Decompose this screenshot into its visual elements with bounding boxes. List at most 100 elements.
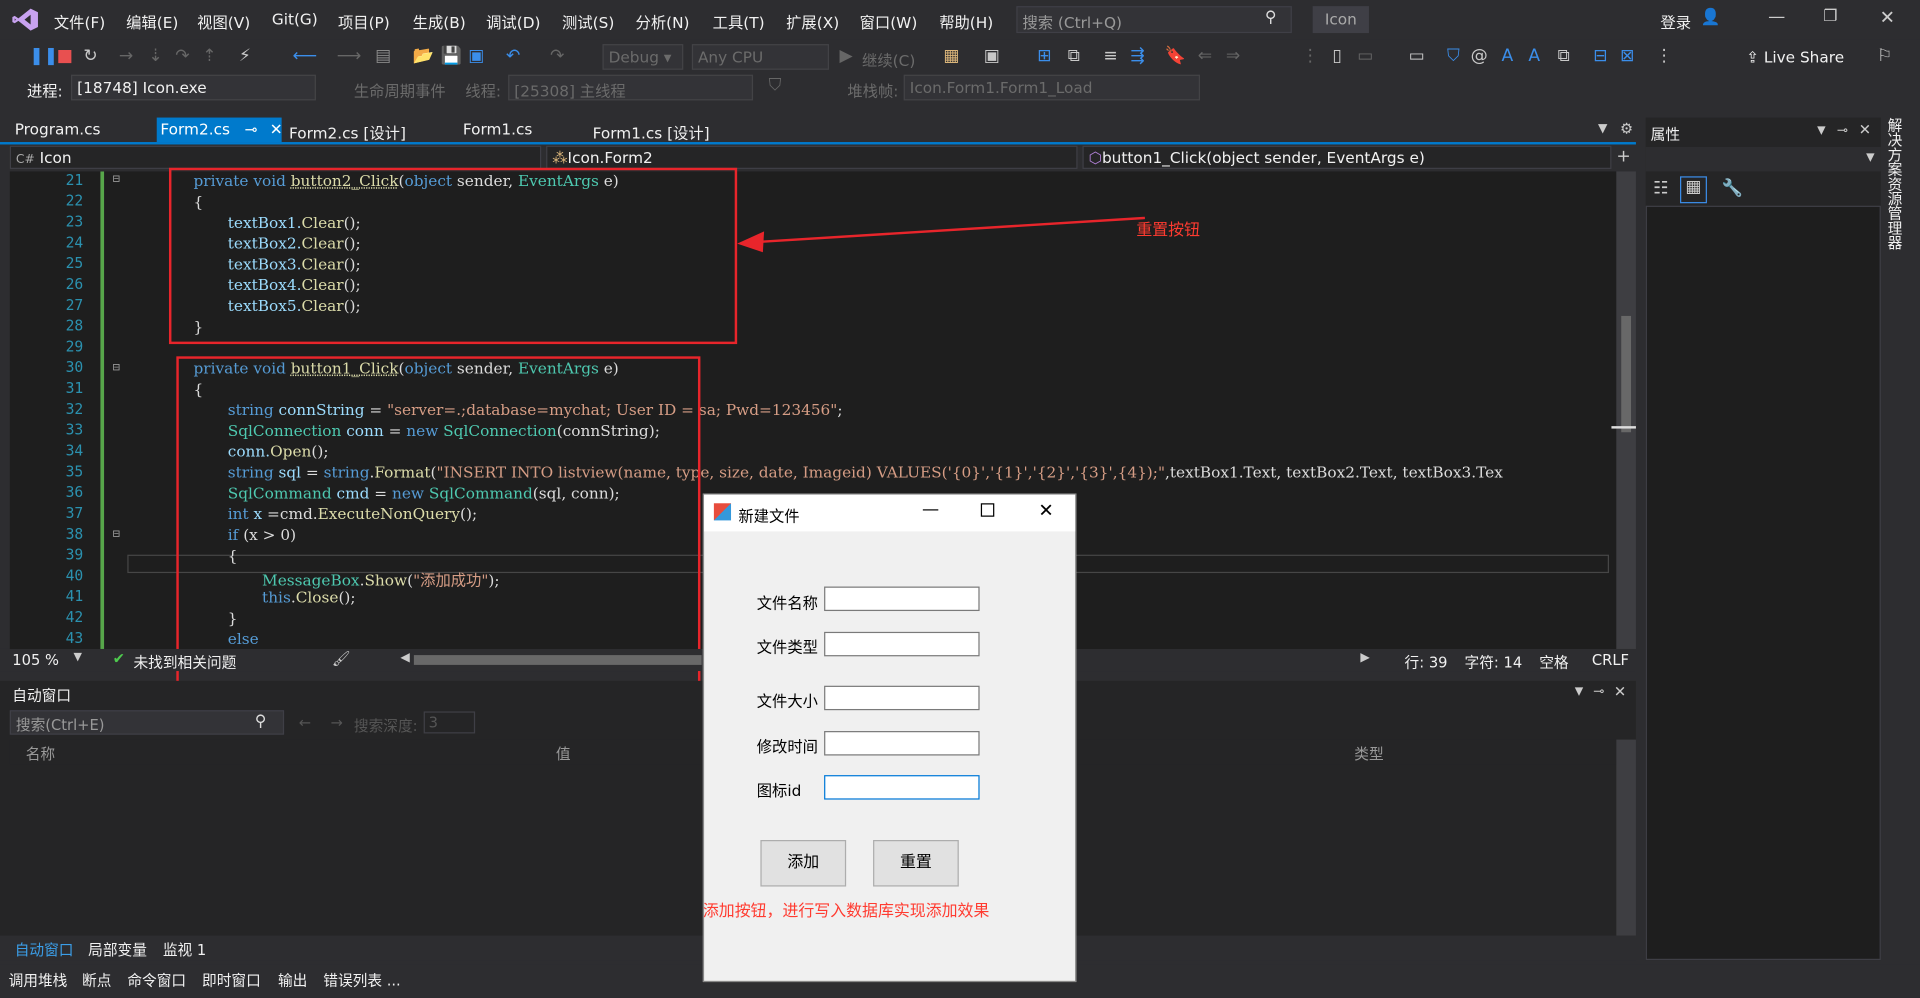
redo-icon[interactable]: ↷ xyxy=(549,47,566,67)
filesize-field[interactable] xyxy=(824,685,980,711)
zoom-level[interactable]: 105 % xyxy=(12,651,59,668)
autos-search-input[interactable]: 搜索(Ctrl+E) xyxy=(9,710,285,735)
regex-icon[interactable]: @ xyxy=(1471,47,1488,67)
save-icon[interactable]: 💾 xyxy=(441,47,462,67)
props-pin-icon[interactable]: ⊸ xyxy=(1837,122,1848,138)
minimize-icon[interactable]: — xyxy=(1768,7,1785,27)
collapse-icon[interactable]: ⊟ xyxy=(113,361,120,374)
dialog-close-icon[interactable]: ✕ xyxy=(1038,500,1053,522)
tab-command-window[interactable]: 命令窗口 xyxy=(127,970,186,991)
line-indicator[interactable]: 行: 39 xyxy=(1405,651,1448,672)
collapse-icon[interactable]: ⊟ xyxy=(113,528,120,541)
close-icon[interactable]: ✕ xyxy=(1880,6,1895,28)
filter-threads-icon[interactable]: ⛉ xyxy=(767,76,784,96)
back-icon[interactable]: ⟵ xyxy=(293,47,318,67)
live-share-button[interactable]: ⇪ Live Share xyxy=(1746,48,1844,66)
menu-analyze[interactable]: 分析(N) xyxy=(636,10,690,33)
panel-dropdown-icon[interactable]: ▼ xyxy=(1575,686,1583,698)
file-icon[interactable]: ▯ xyxy=(1329,47,1346,67)
tab-call-stack[interactable]: 调用堆栈 xyxy=(9,970,68,991)
thread-select[interactable]: [25308] 主线程 xyxy=(508,74,754,101)
issues-status[interactable]: 未找到相关问题 xyxy=(133,651,236,672)
modified-time-field[interactable] xyxy=(824,731,980,756)
align-icon[interactable]: ≡ xyxy=(1102,47,1119,67)
bookmark-icon[interactable]: 🔖 xyxy=(1164,47,1185,67)
tab-dropdown-icon[interactable]: ▼ xyxy=(1598,122,1607,135)
stack-frame-select[interactable]: Icon.Form1.Form1_Load xyxy=(903,74,1201,101)
step-over-icon[interactable]: ↷ xyxy=(174,47,191,67)
lifecycle-events[interactable]: 生命周期事件 xyxy=(354,78,446,101)
menu-view[interactable]: 视图(V) xyxy=(197,10,250,33)
split-icon[interactable]: + xyxy=(1616,147,1630,167)
toolbox-icon[interactable]: ▦ xyxy=(943,47,960,67)
menu-debug[interactable]: 调试(D) xyxy=(486,10,540,33)
restart-icon[interactable]: ↻ xyxy=(82,47,99,67)
categorized-icon[interactable]: ☷ xyxy=(1653,179,1668,199)
tab-close-icon[interactable]: ✕ xyxy=(270,120,283,138)
uncomment-icon[interactable]: ▭ xyxy=(1408,47,1425,67)
char-icon[interactable]: A xyxy=(1526,47,1543,67)
tab-autos[interactable]: 自动窗口 xyxy=(15,939,74,960)
forward-icon[interactable]: ⟶ xyxy=(337,47,362,67)
tab-locals[interactable]: 局部变量 xyxy=(88,939,147,960)
menu-test[interactable]: 测试(S) xyxy=(562,10,614,33)
brush-icon[interactable]: 🖌 xyxy=(332,650,351,667)
layout2-icon[interactable]: ⧉ xyxy=(1065,47,1082,67)
menu-extensions[interactable]: 扩展(X) xyxy=(786,10,839,33)
class-nav-select[interactable]: ⁂Icon.Form2 xyxy=(546,145,1078,169)
collapse-icon[interactable]: ⊟ xyxy=(113,173,120,186)
user-add-icon[interactable]: 👤 xyxy=(1701,9,1721,27)
open-icon[interactable]: 📂 xyxy=(413,47,434,67)
search-depth-input[interactable]: 3 xyxy=(423,711,476,734)
restore-icon[interactable]: ❐ xyxy=(1823,7,1837,25)
tab-program-cs[interactable]: Program.cs xyxy=(15,118,101,142)
search-back-icon[interactable]: ← xyxy=(299,714,311,731)
char-indicator[interactable]: 字符: 14 xyxy=(1465,651,1523,672)
stop-icon[interactable]: ■ xyxy=(56,47,73,67)
tab-error-list[interactable]: 错误列表 ... xyxy=(323,970,400,991)
save-all-icon[interactable]: ▣ xyxy=(468,47,485,67)
pause-icon[interactable]: ❚❚ xyxy=(29,47,58,67)
menu-project[interactable]: 项目(P) xyxy=(338,10,390,33)
menu-build[interactable]: 生成(B) xyxy=(413,10,466,33)
whitespace-indicator[interactable]: 空格 xyxy=(1539,651,1568,672)
panel-close-icon[interactable]: ✕ xyxy=(1614,683,1626,700)
property-pages-icon[interactable]: ▦ xyxy=(1680,176,1707,204)
tab-form2-cs[interactable]: Form2.cs ⊸ ✕ xyxy=(156,117,283,143)
format-icon[interactable]: ▭ xyxy=(1357,47,1374,67)
tab-breakpoints[interactable]: 断点 xyxy=(82,970,111,991)
zoom-dropdown-icon[interactable]: ▼ xyxy=(73,651,81,663)
project-nav-select[interactable]: C# Icon xyxy=(9,145,542,169)
bookmark-next-icon[interactable]: ⇒ xyxy=(1225,47,1242,67)
column-type[interactable]: 类型 xyxy=(1354,743,1383,764)
screenshot-icon[interactable]: ▣ xyxy=(983,47,1000,67)
tab-output[interactable]: 输出 xyxy=(278,970,307,991)
reset-button[interactable]: 重置 xyxy=(873,840,959,887)
process-select[interactable]: [18748] Icon.exe xyxy=(71,74,316,101)
add-button[interactable]: 添加 xyxy=(760,840,847,887)
layout-icon[interactable]: ⊞ xyxy=(1036,47,1053,67)
step-icon[interactable]: → xyxy=(118,47,135,67)
pin-icon[interactable]: ⊸ xyxy=(245,120,258,138)
feedback-icon[interactable]: ⚐ xyxy=(1876,47,1893,67)
menu-window[interactable]: 窗口(W) xyxy=(860,10,918,33)
settings-icon[interactable]: ⚙ xyxy=(1620,120,1633,137)
configuration-select[interactable]: Debug ▾ xyxy=(602,44,684,70)
overflow-icon[interactable]: ⋮ xyxy=(1656,47,1673,67)
column-name[interactable]: 名称 xyxy=(26,743,55,764)
dialog-maximize-icon[interactable] xyxy=(980,503,995,517)
props-object-select[interactable]: ▼ xyxy=(1645,146,1881,172)
continue-button[interactable]: 继续(C) xyxy=(862,48,915,71)
outline2-icon[interactable]: ⊠ xyxy=(1619,47,1636,67)
align2-icon[interactable]: ⇶ xyxy=(1129,47,1146,67)
scroll-right-icon[interactable]: ▶ xyxy=(1360,651,1369,664)
tag-icon[interactable]: A xyxy=(1499,47,1516,67)
icon-id-field[interactable] xyxy=(824,775,980,800)
menu-git[interactable]: Git(G) xyxy=(272,10,318,28)
undo-icon[interactable]: ↶ xyxy=(504,47,521,67)
solution-explorer-tab[interactable]: 解决方案资源管理器 xyxy=(1886,118,1906,265)
filter-icon[interactable]: ⛉ xyxy=(1445,47,1462,67)
editor-vertical-scrollbar[interactable] xyxy=(1611,171,1636,649)
new-item-icon[interactable]: ▤ xyxy=(375,47,392,67)
dialog-minimize-icon[interactable]: — xyxy=(922,500,939,520)
